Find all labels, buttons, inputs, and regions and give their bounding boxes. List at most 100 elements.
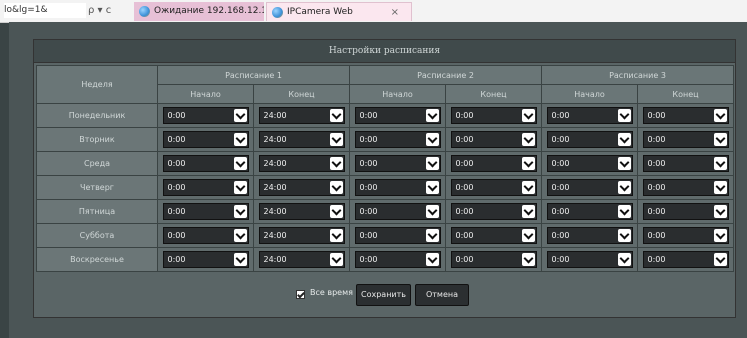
chevron-down-icon[interactable] [233, 205, 247, 218]
start-header: Начало [349, 84, 446, 104]
start-time-select[interactable]: 0:00 [354, 107, 441, 124]
chevron-down-icon[interactable] [329, 157, 343, 170]
chevron-down-icon[interactable] [425, 109, 439, 122]
chevron-down-icon[interactable] [233, 229, 247, 242]
start-time-select[interactable]: 0:00 [162, 155, 249, 172]
end-time-select[interactable]: 0:00 [642, 131, 729, 148]
chevron-down-icon[interactable] [617, 181, 631, 194]
start-time-select[interactable]: 0:00 [162, 227, 249, 244]
start-time-select[interactable]: 0:00 [162, 251, 249, 268]
chevron-down-icon[interactable] [425, 157, 439, 170]
start-time-select[interactable]: 0:00 [546, 131, 633, 148]
tab-waiting[interactable]: Ожидание 192.168.12.100 [134, 2, 264, 21]
chevron-down-icon[interactable] [233, 157, 247, 170]
chevron-down-icon[interactable] [233, 181, 247, 194]
start-time-select[interactable]: 0:00 [354, 203, 441, 220]
all-time-checkbox[interactable] [296, 290, 305, 299]
chevron-down-icon[interactable] [713, 253, 727, 266]
end-time-select[interactable]: 24:00 [258, 179, 345, 196]
chevron-down-icon[interactable] [425, 205, 439, 218]
end-time-select[interactable]: 0:00 [642, 227, 729, 244]
start-time-select[interactable]: 0:00 [354, 251, 441, 268]
start-time-select[interactable]: 0:00 [354, 227, 441, 244]
start-time-select[interactable]: 0:00 [546, 179, 633, 196]
end-time-select[interactable]: 0:00 [450, 203, 537, 220]
chevron-down-icon[interactable] [425, 253, 439, 266]
chevron-down-icon[interactable] [521, 181, 535, 194]
chevron-down-icon[interactable] [521, 205, 535, 218]
start-time-select[interactable]: 0:00 [162, 131, 249, 148]
chevron-down-icon[interactable] [425, 229, 439, 242]
start-time-select[interactable]: 0:00 [546, 203, 633, 220]
end-time-select[interactable]: 24:00 [258, 227, 345, 244]
address-bar[interactable]: lo&lg=1& [4, 3, 86, 18]
chevron-down-icon[interactable] [329, 109, 343, 122]
end-time-select[interactable]: 24:00 [258, 155, 345, 172]
time-cell: 0:00 [157, 103, 254, 128]
chevron-down-icon[interactable] [617, 157, 631, 170]
chevron-down-icon[interactable] [521, 157, 535, 170]
chevron-down-icon[interactable] [329, 205, 343, 218]
search-refresh-icons[interactable]: ρ ▾ ϲ [88, 2, 111, 19]
chevron-down-icon[interactable] [233, 253, 247, 266]
end-time-select[interactable]: 0:00 [450, 107, 537, 124]
chevron-down-icon[interactable] [521, 133, 535, 146]
chevron-down-icon[interactable] [713, 205, 727, 218]
chevron-down-icon[interactable] [617, 229, 631, 242]
end-time-select[interactable]: 0:00 [642, 251, 729, 268]
chevron-down-icon[interactable] [521, 109, 535, 122]
chevron-down-icon[interactable] [521, 253, 535, 266]
start-time-select[interactable]: 0:00 [546, 227, 633, 244]
end-time-select[interactable]: 24:00 [258, 251, 345, 268]
chevron-down-icon[interactable] [425, 133, 439, 146]
chevron-down-icon[interactable] [713, 109, 727, 122]
start-time-select[interactable]: 0:00 [546, 251, 633, 268]
end-time-select[interactable]: 0:00 [450, 179, 537, 196]
end-time-select[interactable]: 0:00 [642, 155, 729, 172]
day-label: Четверг [36, 175, 158, 200]
start-time-select[interactable]: 0:00 [546, 155, 633, 172]
time-cell: 24:00 [253, 175, 350, 200]
end-time-select[interactable]: 24:00 [258, 131, 345, 148]
start-time-select[interactable]: 0:00 [354, 131, 441, 148]
start-time-select[interactable]: 0:00 [162, 179, 249, 196]
chevron-down-icon[interactable] [617, 109, 631, 122]
end-time-select[interactable]: 0:00 [642, 203, 729, 220]
chevron-down-icon[interactable] [617, 133, 631, 146]
chevron-down-icon[interactable] [713, 157, 727, 170]
chevron-down-icon[interactable] [329, 181, 343, 194]
time-cell: 0:00 [157, 199, 254, 224]
chevron-down-icon[interactable] [329, 253, 343, 266]
select-value: 0:00 [647, 231, 666, 240]
end-time-select[interactable]: 0:00 [642, 179, 729, 196]
start-time-select[interactable]: 0:00 [162, 203, 249, 220]
chevron-down-icon[interactable] [233, 109, 247, 122]
end-time-select[interactable]: 24:00 [258, 107, 345, 124]
start-time-select[interactable]: 0:00 [354, 179, 441, 196]
end-time-select[interactable]: 0:00 [450, 155, 537, 172]
end-time-select[interactable]: 0:00 [450, 131, 537, 148]
close-icon[interactable]: × [391, 3, 399, 21]
tab-ipcamera[interactable]: IPCamera Web × [266, 2, 412, 21]
chevron-down-icon[interactable] [233, 133, 247, 146]
end-time-select[interactable]: 24:00 [258, 203, 345, 220]
chevron-down-icon[interactable] [617, 205, 631, 218]
save-button[interactable]: Сохранить [356, 284, 411, 306]
start-time-select[interactable]: 0:00 [354, 155, 441, 172]
start-time-select[interactable]: 0:00 [546, 107, 633, 124]
end-time-select[interactable]: 0:00 [450, 227, 537, 244]
end-time-select[interactable]: 0:00 [450, 251, 537, 268]
chevron-down-icon[interactable] [425, 181, 439, 194]
chevron-down-icon[interactable] [329, 229, 343, 242]
chevron-down-icon[interactable] [713, 181, 727, 194]
start-time-select[interactable]: 0:00 [162, 107, 249, 124]
select-value: 0:00 [167, 255, 186, 264]
select-value: 0:00 [647, 111, 666, 120]
chevron-down-icon[interactable] [521, 229, 535, 242]
chevron-down-icon[interactable] [617, 253, 631, 266]
chevron-down-icon[interactable] [329, 133, 343, 146]
end-time-select[interactable]: 0:00 [642, 107, 729, 124]
chevron-down-icon[interactable] [713, 229, 727, 242]
cancel-button[interactable]: Отмена [415, 284, 469, 306]
chevron-down-icon[interactable] [713, 133, 727, 146]
